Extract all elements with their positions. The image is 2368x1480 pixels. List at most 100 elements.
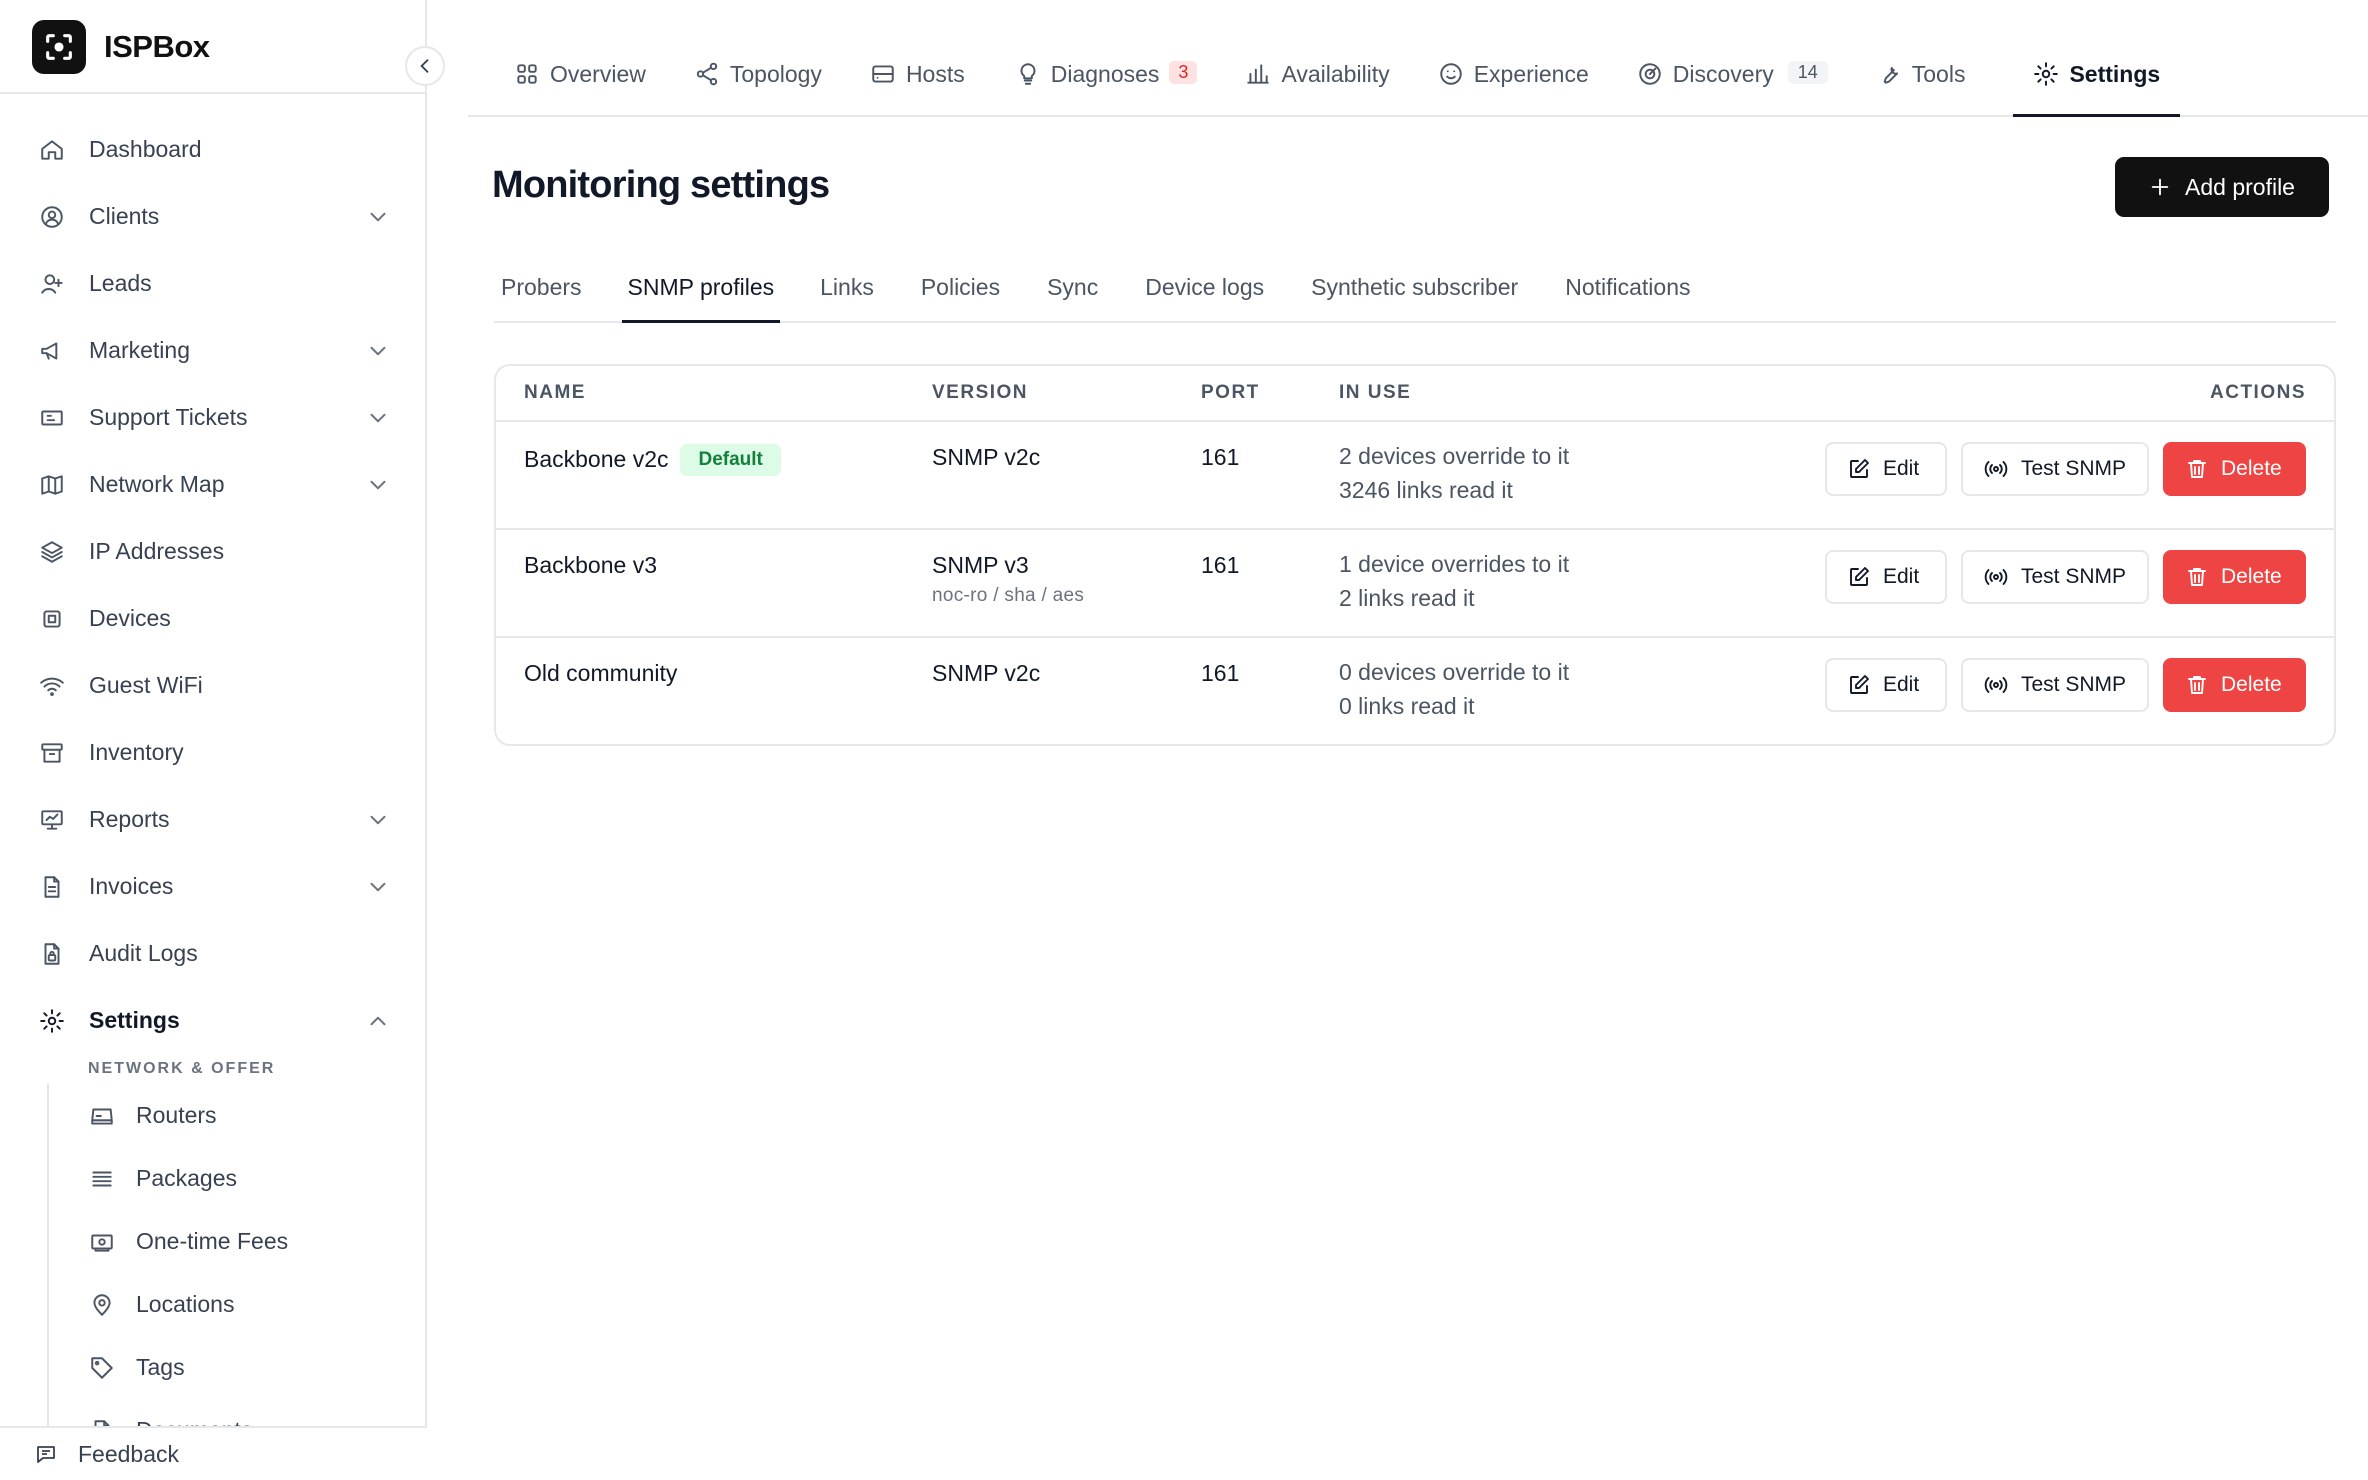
sidebar-subitem-one-time-fees[interactable]: One-time Fees: [0, 1210, 427, 1273]
test-snmp-button[interactable]: Test SNMP: [1961, 550, 2149, 604]
bar-chart-icon: [1245, 61, 1271, 87]
sidebar-subitem-tags[interactable]: Tags: [0, 1336, 427, 1399]
delete-button[interactable]: Delete: [2163, 442, 2306, 496]
sidebar-item-devices[interactable]: Devices: [0, 585, 427, 652]
list-icon: [88, 1165, 116, 1193]
nav-section-label: NETWORK & OFFER: [88, 1060, 276, 1077]
sidebar-item-label: Audit Logs: [89, 940, 198, 966]
brand-name: ISPBox: [104, 29, 210, 64]
version-cell: SNMP v3 noc-ro / sha / aes: [932, 552, 1084, 607]
edit-button[interactable]: Edit: [1825, 550, 1947, 604]
chevron-down-icon[interactable]: [365, 204, 391, 230]
trash-icon: [2185, 673, 2209, 697]
sidebar-item-reports[interactable]: Reports: [0, 786, 427, 853]
chevron-down-icon[interactable]: [365, 405, 391, 431]
wifi-icon: [38, 672, 66, 700]
profile-name-cell: Backbone v3: [524, 552, 657, 579]
sidebar-item-audit-logs[interactable]: Audit Logs: [0, 920, 427, 987]
sidebar-item-marketing[interactable]: Marketing: [0, 317, 427, 384]
sidebar-subitem-packages[interactable]: Packages: [0, 1147, 427, 1210]
tab-availability[interactable]: Availability: [1245, 42, 1390, 115]
profile-name-cell: Old community: [524, 660, 677, 687]
subtab-policies[interactable]: Policies: [914, 256, 1007, 321]
sidebar-subitem-routers[interactable]: Routers: [0, 1084, 427, 1147]
tab-label: Diagnoses: [1050, 61, 1160, 87]
edit-label: Edit: [1883, 565, 1920, 588]
sidebar-item-dashboard[interactable]: Dashboard: [0, 116, 427, 183]
lightbulb-icon: [1015, 61, 1041, 87]
subtab-device-logs[interactable]: Device logs: [1138, 256, 1271, 321]
broadcast-icon: [1983, 673, 2009, 697]
snmp-version: SNMP v3: [932, 552, 1029, 578]
sidebar-subitem-documents[interactable]: Documents: [0, 1399, 427, 1426]
ticket-icon: [38, 404, 66, 432]
chevron-down-icon[interactable]: [365, 807, 391, 833]
tab-experience[interactable]: Experience: [1438, 42, 1589, 115]
feedback-button[interactable]: Feedback: [0, 1426, 427, 1480]
sidebar-item-settings[interactable]: Settings: [0, 987, 427, 1054]
file-lock-icon: [38, 940, 66, 968]
chevron-down-icon[interactable]: [365, 338, 391, 364]
test-snmp-button[interactable]: Test SNMP: [1961, 658, 2149, 712]
sidebar-subitem-locations[interactable]: Locations: [0, 1273, 427, 1336]
brand[interactable]: ISPBox: [32, 19, 210, 75]
sidebar-item-leads[interactable]: Leads: [0, 250, 427, 317]
edit-button[interactable]: Edit: [1825, 658, 1947, 712]
tab-discovery[interactable]: Discovery 14: [1637, 42, 1828, 115]
profile-name: Backbone v3: [524, 552, 657, 578]
subtab-links[interactable]: Links: [813, 256, 881, 321]
brand-logo-icon: [32, 20, 86, 74]
top-tabs: Overview Topology Hosts Diagnoses 3 Avail…: [468, 42, 2368, 117]
subtab-synthetic-subscriber[interactable]: Synthetic subscriber: [1304, 256, 1525, 321]
sidebar-item-clients[interactable]: Clients: [0, 183, 427, 250]
settings-submenu: Routers Packages One-time Fees Locations…: [0, 1084, 427, 1426]
sidebar-item-invoices[interactable]: Invoices: [0, 853, 427, 920]
subtab-notifications[interactable]: Notifications: [1558, 256, 1697, 321]
pencil-icon: [1847, 673, 1871, 697]
add-profile-button[interactable]: Add profile: [2115, 157, 2329, 217]
sidebar-item-label: Dashboard: [89, 136, 202, 162]
in-use-devices: 2 devices override to it: [1339, 443, 1570, 469]
sidebar-subitem-label: Documents: [136, 1417, 252, 1426]
edit-button[interactable]: Edit: [1825, 442, 1947, 496]
tab-diagnoses[interactable]: Diagnoses 3: [1015, 42, 1198, 115]
sidebar-item-guest-wifi[interactable]: Guest WiFi: [0, 652, 427, 719]
tab-overview[interactable]: Overview: [514, 42, 646, 115]
edit-label: Edit: [1883, 457, 1920, 480]
tab-settings[interactable]: Settings: [2013, 42, 2180, 117]
sidebar-item-ip-addresses[interactable]: IP Addresses: [0, 518, 427, 585]
tab-label: Discovery: [1672, 61, 1774, 87]
delete-button[interactable]: Delete: [2163, 658, 2306, 712]
sidebar: ISPBox Dashboard Clients Leads Marketing…: [0, 0, 427, 1480]
tab-label: Hosts: [905, 61, 965, 87]
presentation-icon: [38, 806, 66, 834]
map-icon: [38, 471, 66, 499]
divider: [0, 92, 427, 94]
wrench-icon: [1876, 61, 1902, 87]
home-icon: [38, 136, 66, 164]
gear-icon: [2033, 61, 2059, 87]
test-snmp-button[interactable]: Test SNMP: [1961, 442, 2149, 496]
sidebar-item-support-tickets[interactable]: Support Tickets: [0, 384, 427, 451]
chevron-up-icon[interactable]: [365, 1008, 391, 1034]
collapse-sidebar-button[interactable]: [405, 46, 445, 86]
header-actions: ACTIONS: [2210, 382, 2306, 403]
delete-button[interactable]: Delete: [2163, 550, 2306, 604]
port-cell: 161: [1201, 444, 1240, 470]
sidebar-item-network-map[interactable]: Network Map: [0, 451, 427, 518]
server-icon: [870, 61, 896, 87]
sidebar-item-inventory[interactable]: Inventory: [0, 719, 427, 786]
subtab-snmp-profiles[interactable]: SNMP profiles: [621, 256, 781, 323]
tab-tools[interactable]: Tools: [1876, 42, 1965, 115]
sidebar-item-label: Devices: [89, 605, 171, 631]
chevron-down-icon[interactable]: [365, 874, 391, 900]
chevron-down-icon[interactable]: [365, 472, 391, 498]
sidebar-subitem-label: Packages: [136, 1165, 238, 1191]
tab-topology[interactable]: Topology: [694, 42, 822, 115]
port-cell: 161: [1201, 660, 1240, 686]
trash-icon: [2185, 457, 2209, 481]
tab-hosts[interactable]: Hosts: [870, 42, 965, 115]
subtab-sync[interactable]: Sync: [1040, 256, 1105, 321]
subtab-probers[interactable]: Probers: [494, 256, 589, 321]
sidebar-item-label: Clients: [89, 203, 160, 229]
